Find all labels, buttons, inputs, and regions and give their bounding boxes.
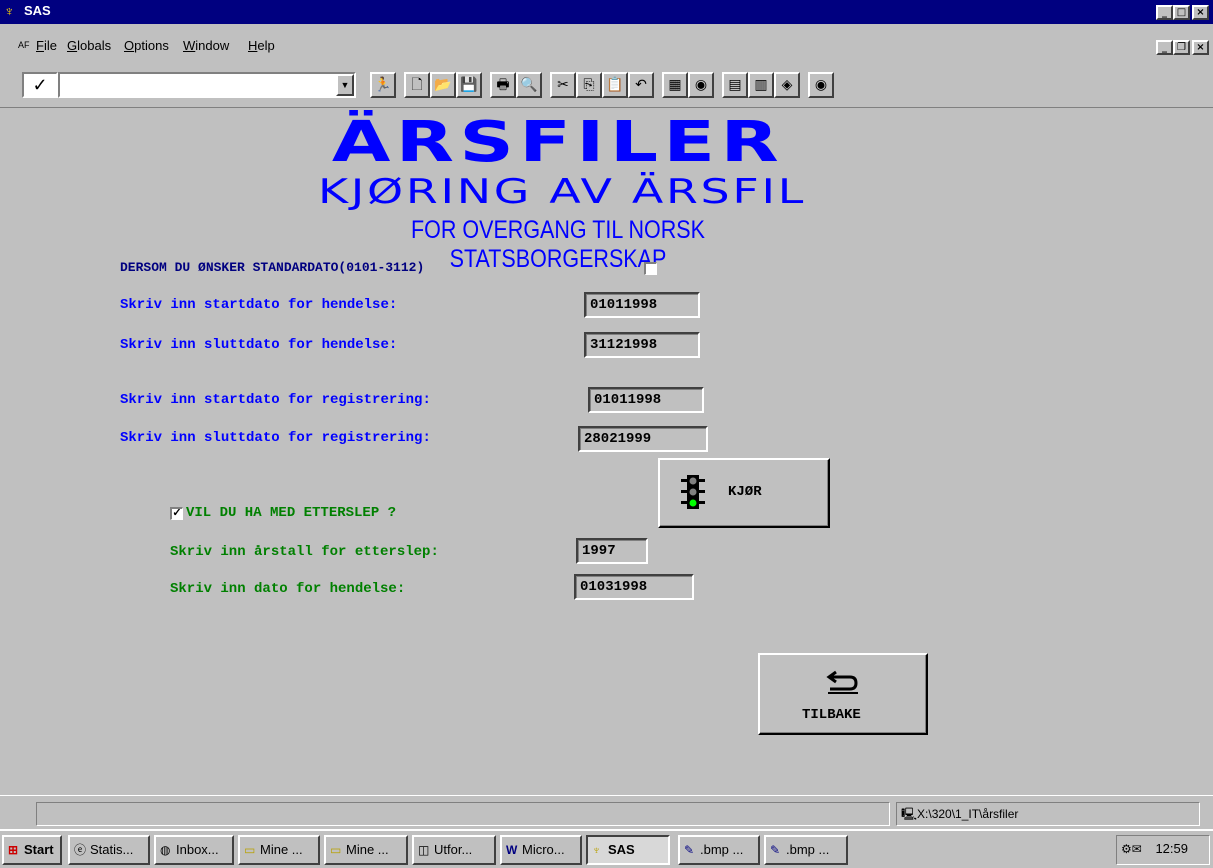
- title-bar: ♆ SAS _ □ ×: [0, 0, 1213, 24]
- task-mine-1[interactable]: ▭ Mine ...: [238, 835, 320, 865]
- print-icon[interactable]: 🖶: [490, 72, 516, 98]
- ie-icon: ⓔ: [74, 843, 87, 857]
- page-subtitle: KJØRING AV ÄRSFIL: [318, 172, 806, 212]
- save-icon[interactable]: 💾: [456, 72, 482, 98]
- run-button-label: KJØR: [728, 484, 762, 500]
- task-inbox[interactable]: ◍ Inbox...: [154, 835, 234, 865]
- af-label: AF: [18, 40, 30, 50]
- menu-file[interactable]: File: [36, 38, 57, 53]
- table-icon[interactable]: ▥: [748, 72, 774, 98]
- ms-office-icon[interactable]: ▦: [662, 72, 688, 98]
- maximize-button[interactable]: □: [1173, 5, 1190, 20]
- status-bar: 🖳X:\320\1_IT\årsfiler: [0, 795, 1213, 829]
- menu-bar: AF File Globals Options Window Help _ ❐ …: [0, 24, 1213, 64]
- traffic-light-icon: [681, 475, 705, 509]
- paint-icon: ✎: [684, 843, 695, 857]
- paint-icon: ✎: [770, 843, 781, 857]
- open-icon[interactable]: 📂: [430, 72, 456, 98]
- cut-icon[interactable]: ✂: [550, 72, 576, 98]
- end-event-label: Skriv inn sluttdato for hendelse:: [120, 337, 398, 353]
- checkmark-icon[interactable]: ✓: [22, 72, 58, 98]
- folder-icon: ▭: [244, 843, 256, 857]
- task-utfor[interactable]: ◫ Utfor...: [412, 835, 496, 865]
- toolbar: ✓ ▼ 🏃 🗋 📂 💾 🖶 🔍 ✂ ⎘ 📋 ↶ ▦ ◉ ▤ ▥ ◈ ◉: [0, 64, 1213, 108]
- page-title: ÄRSFILER: [331, 110, 785, 175]
- lag-checkbox-label: VIL DU HA MED ETTERSLEP ?: [186, 505, 397, 521]
- globe-icon[interactable]: ◉: [688, 72, 714, 98]
- child-restore-button[interactable]: ❐: [1173, 40, 1190, 55]
- explorer-icon: ◫: [418, 843, 430, 857]
- child-minimize-button[interactable]: _: [1156, 40, 1173, 55]
- event-date-label: Skriv inn dato for hendelse:: [170, 581, 406, 597]
- end-event-field[interactable]: 31121998: [584, 332, 700, 358]
- lag-year-field[interactable]: 1997: [576, 538, 648, 564]
- status-path: X:\320\1_IT\årsfiler: [917, 807, 1019, 821]
- undo-icon[interactable]: ↶: [628, 72, 654, 98]
- task-statis[interactable]: ⓔ Statis...: [68, 835, 150, 865]
- start-registration-field[interactable]: 01011998: [588, 387, 704, 413]
- event-date-field[interactable]: 01031998: [574, 574, 694, 600]
- word-icon: W: [506, 843, 518, 857]
- system-tray: ⚙✉ 12:59: [1116, 835, 1210, 865]
- book-icon[interactable]: ◈: [774, 72, 800, 98]
- menu-globals[interactable]: Globals: [67, 38, 111, 53]
- minimize-button[interactable]: _: [1156, 5, 1173, 20]
- status-message-panel: [36, 802, 890, 826]
- back-button-label: TILBAKE: [802, 707, 861, 723]
- chevron-down-icon[interactable]: ▼: [336, 74, 354, 96]
- standard-date-label: DERSOM DU ØNSKER STANDARDATO(0101-3112): [120, 260, 425, 275]
- print-preview-icon[interactable]: 🔍: [516, 72, 542, 98]
- task-sas[interactable]: ♆ SAS: [586, 835, 670, 865]
- menu-window[interactable]: Window: [183, 38, 229, 53]
- new-icon[interactable]: 🗋: [404, 72, 430, 98]
- task-mine-2[interactable]: ▭ Mine ...: [324, 835, 408, 865]
- folder-icon: ▭: [330, 843, 342, 857]
- lag-checkbox[interactable]: ✓: [170, 507, 183, 520]
- sas-logo-icon: ♆: [592, 843, 601, 857]
- standard-date-checkbox[interactable]: [644, 262, 657, 275]
- menu-help[interactable]: Help: [248, 38, 275, 53]
- start-event-field[interactable]: 01011998: [584, 292, 700, 318]
- command-input[interactable]: [58, 72, 356, 98]
- task-bmp-2[interactable]: ✎ .bmp ...: [764, 835, 848, 865]
- run-icon[interactable]: 🏃: [370, 72, 396, 98]
- task-micro[interactable]: W Micro...: [500, 835, 582, 865]
- paste-icon[interactable]: 📋: [602, 72, 628, 98]
- copy-icon[interactable]: ⎘: [576, 72, 602, 98]
- report-icon[interactable]: ▤: [722, 72, 748, 98]
- end-registration-field[interactable]: 28021999: [578, 426, 708, 452]
- lag-year-label: Skriv inn årstall for etterslep:: [170, 544, 439, 560]
- child-close-button[interactable]: ×: [1192, 40, 1209, 55]
- start-registration-label: Skriv inn startdato for registrering:: [120, 392, 431, 408]
- network-drive-icon: 🖳: [901, 807, 918, 821]
- windows-logo-icon: ⊞: [8, 843, 19, 857]
- status-path-panel: 🖳X:\320\1_IT\årsfiler: [896, 802, 1200, 826]
- taskbar: ⊞ Start ⓔ Statis... ◍ Inbox... ▭ Mine ... ▭ M…: [0, 829, 1213, 868]
- close-button[interactable]: ×: [1192, 5, 1209, 20]
- form-area: ÄRSFILER KJØRING AV ÄRSFIL FOR OVERGANG …: [8, 108, 1208, 794]
- tray-icons: ⚙✉: [1121, 842, 1142, 856]
- return-arrow-icon: [826, 670, 858, 694]
- clock: 12:59: [1155, 841, 1188, 856]
- globe-icon[interactable]: ◉: [808, 72, 834, 98]
- inbox-icon: ◍: [160, 843, 171, 857]
- task-bmp-1[interactable]: ✎ .bmp ...: [678, 835, 760, 865]
- end-registration-label: Skriv inn sluttdato for registrering:: [120, 430, 431, 446]
- run-button[interactable]: KJØR: [658, 458, 830, 528]
- start-button[interactable]: ⊞ Start: [2, 835, 62, 865]
- back-button[interactable]: TILBAKE: [758, 653, 928, 735]
- window-title: SAS: [24, 3, 51, 18]
- start-event-label: Skriv inn startdato for hendelse:: [120, 297, 398, 313]
- sas-logo-icon: ♆: [4, 3, 15, 19]
- menu-options[interactable]: Options: [124, 38, 169, 53]
